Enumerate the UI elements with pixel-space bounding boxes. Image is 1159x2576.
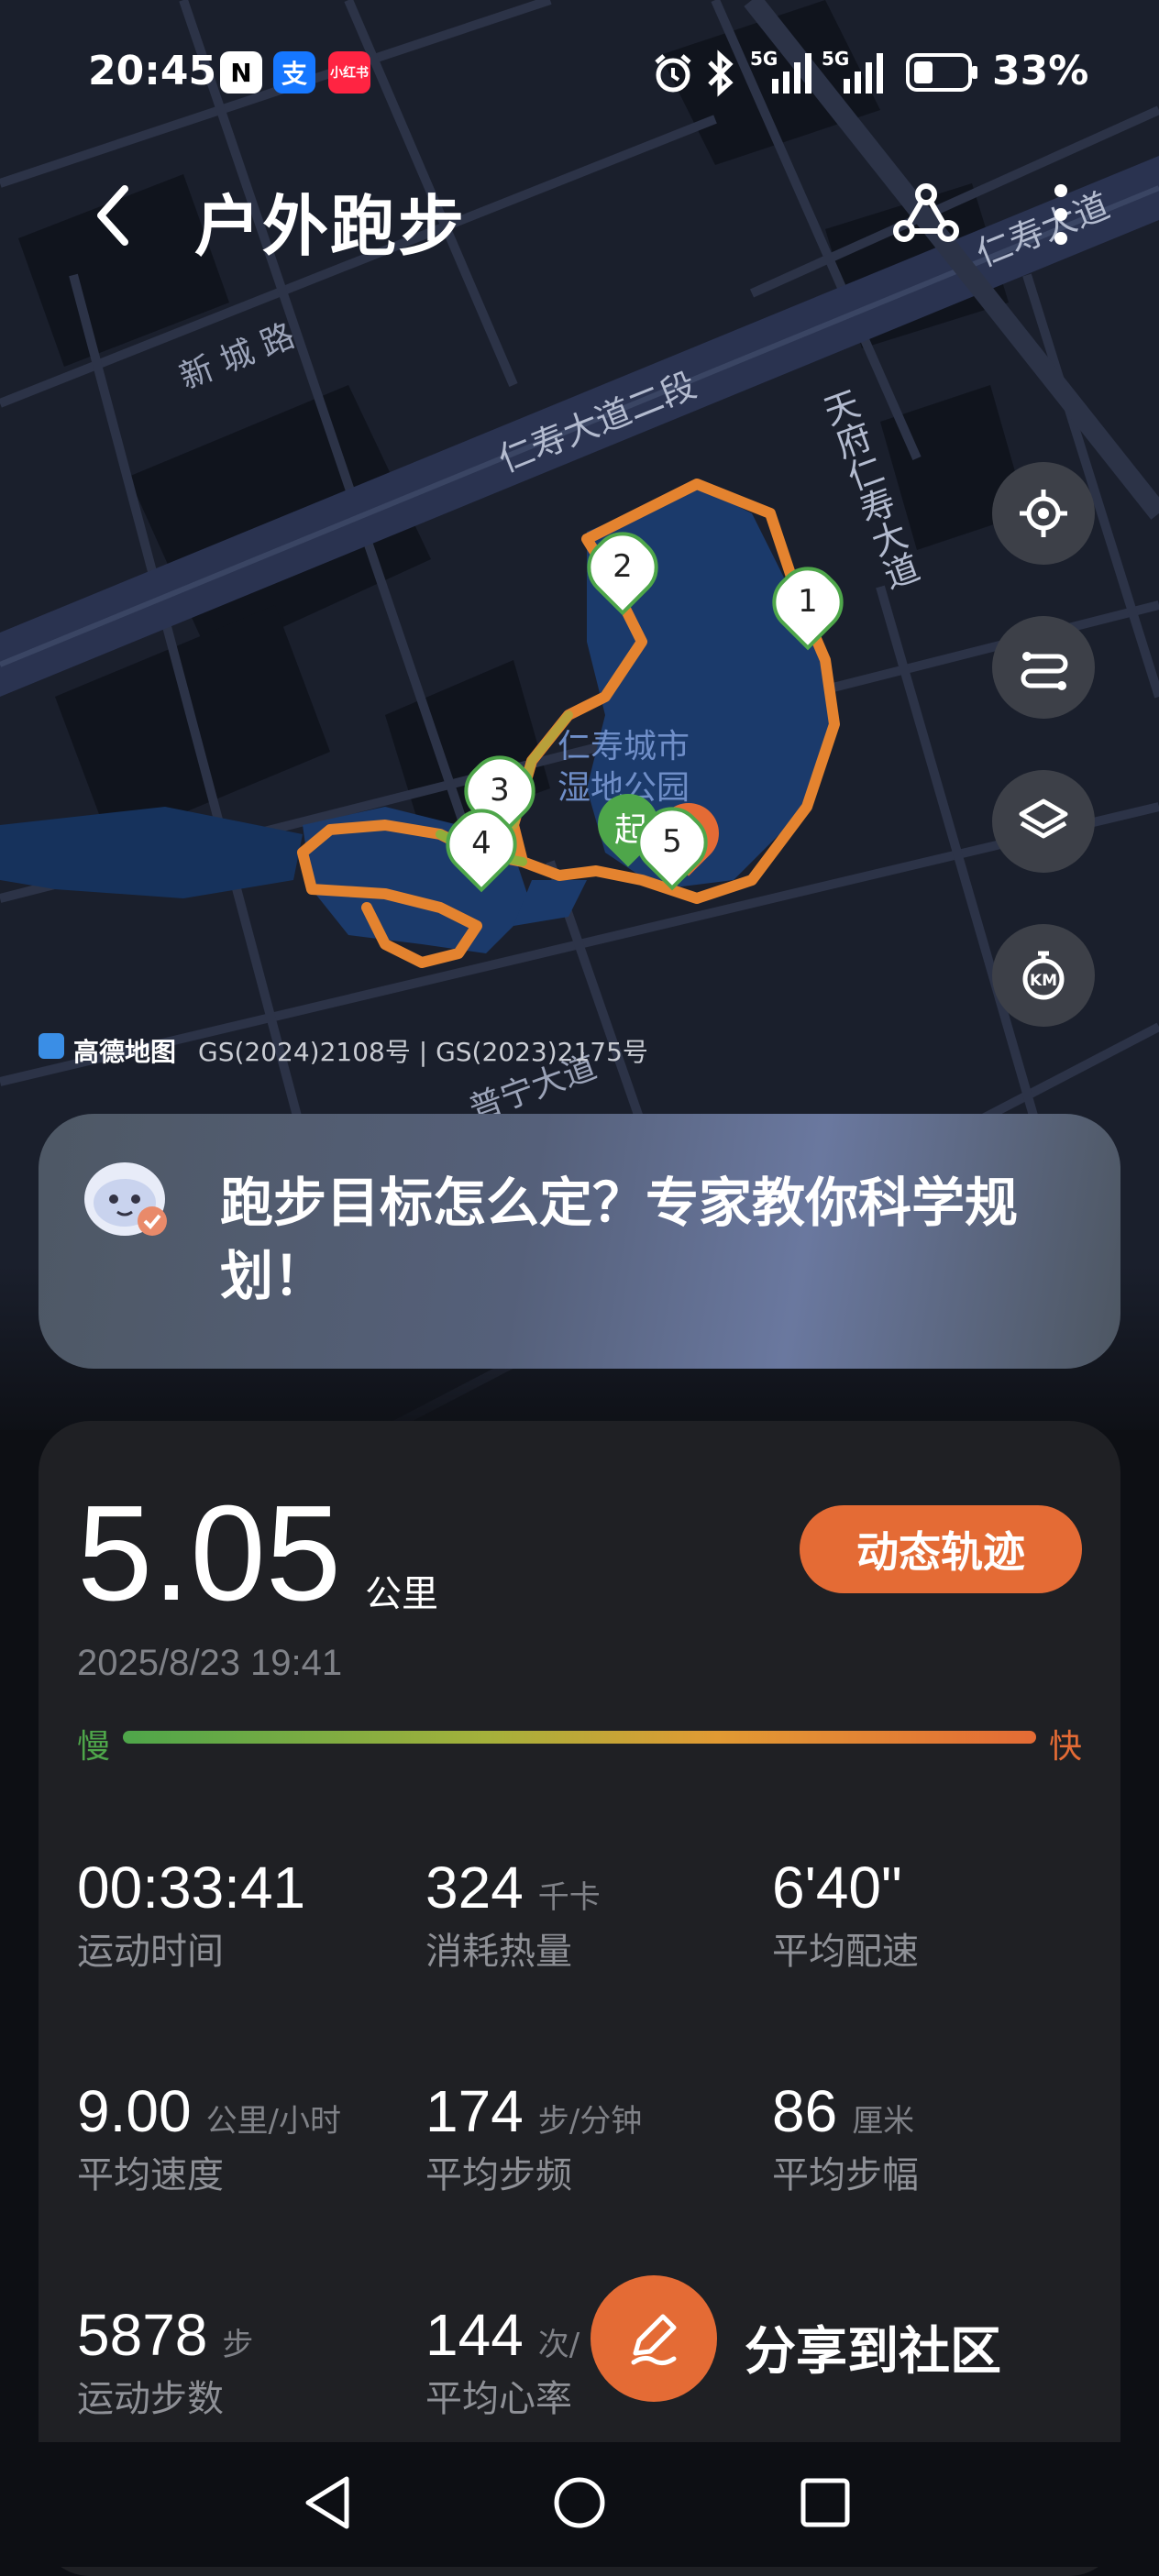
nav-home-icon[interactable] xyxy=(552,2475,607,2534)
marker-label: 1 xyxy=(798,583,818,620)
km-stopwatch-icon: KM xyxy=(1022,951,1065,1000)
stat-unit: 厘米 xyxy=(852,2103,915,2140)
signal-icon: 5G xyxy=(750,48,816,95)
stat-avg-pace: 6'40" 平均配速 xyxy=(772,1854,919,1975)
share-label: 分享到社区 xyxy=(745,2322,1001,2382)
stat-unit: 公里/小时 xyxy=(205,2103,342,2140)
stat-value: 86 xyxy=(772,2078,838,2144)
svg-text:KM: KM xyxy=(1030,972,1057,990)
route-share-icon[interactable] xyxy=(891,180,961,253)
layers-button[interactable] xyxy=(992,770,1095,873)
stat-calories: 324 千卡 消耗热量 xyxy=(425,1854,601,1975)
share-fab-circle[interactable] xyxy=(591,2275,717,2402)
battery-percent: 33% xyxy=(992,48,1089,94)
distance-value: 5.05 xyxy=(77,1478,342,1629)
stat-unit: 步 xyxy=(222,2327,254,2363)
locate-button[interactable] xyxy=(992,462,1095,565)
stat-value: 5878 xyxy=(77,2302,208,2368)
stat-avg-speed: 9.00 公里/小时 平均速度 xyxy=(77,2077,341,2198)
fast-label: 快 xyxy=(1049,1728,1083,1766)
stat-label: 平均配速 xyxy=(772,1931,919,1973)
stat-duration: 00:33:41 运动时间 xyxy=(77,1854,320,1975)
stat-label: 运动步数 xyxy=(77,2378,224,2420)
pen-icon xyxy=(631,2314,677,2366)
signal-icon: 5G xyxy=(822,48,888,95)
status-time: 20:45 xyxy=(88,48,217,94)
marker-label: 5 xyxy=(662,823,682,860)
stat-steps: 5878 步 运动步数 xyxy=(77,2301,253,2422)
stat-stride: 86 厘米 平均步幅 xyxy=(772,2077,919,2198)
nav-back-icon[interactable] xyxy=(301,2473,356,2536)
pace-gradient-bar xyxy=(123,1731,1036,1744)
distance-unit: 公里 xyxy=(365,1573,438,1615)
route-icon xyxy=(1021,652,1068,690)
attribution-brand: 高德地图 xyxy=(73,1037,177,1067)
alarm-icon xyxy=(651,51,695,99)
stat-value: 00:33:41 xyxy=(77,1855,306,1921)
marker-label: 2 xyxy=(613,548,633,585)
more-icon[interactable] xyxy=(1047,180,1075,253)
stat-cadence: 174 步/分钟 平均步频 xyxy=(425,2077,642,2198)
stat-value: 174 xyxy=(425,2078,524,2144)
nfc-icon: N xyxy=(220,51,262,94)
assistant-avatar-icon xyxy=(77,1153,178,1249)
stat-label: 平均速度 xyxy=(77,2154,224,2196)
amap-logo-icon xyxy=(39,1033,64,1059)
locate-icon xyxy=(1020,490,1067,537)
layers-icon xyxy=(1019,798,1068,839)
slow-label: 慢 xyxy=(77,1728,111,1766)
alipay-icon: 支 xyxy=(273,51,315,94)
stat-unit: 步/分钟 xyxy=(537,2103,643,2140)
stat-value: 6'40" xyxy=(772,1855,902,1921)
stat-unit: 千卡 xyxy=(537,1879,601,1916)
tip-text: 跑步目标怎么定？专家教你科学规划！ xyxy=(220,1172,1019,1307)
back-button[interactable] xyxy=(84,174,149,257)
stat-value: 324 xyxy=(425,1855,524,1921)
dynamic-track-button[interactable]: 动态轨迹 xyxy=(800,1505,1082,1593)
stat-label: 运动时间 xyxy=(77,1931,224,1973)
battery-icon xyxy=(906,53,979,95)
route-toggle-button[interactable] xyxy=(992,616,1095,719)
page-title: 户外跑步 xyxy=(194,188,467,265)
attribution-text: GS(2024)2108号 | GS(2023)2175号 xyxy=(198,1037,648,1067)
bluetooth-icon xyxy=(704,50,737,101)
xiaohongshu-icon: 小红书 xyxy=(328,51,370,94)
stat-label: 平均步频 xyxy=(425,2154,572,2196)
nav-recents-icon[interactable] xyxy=(798,2475,853,2534)
stat-heart-rate: 144 次/ 平均心率 xyxy=(425,2301,580,2422)
stat-label: 平均步幅 xyxy=(772,2154,919,2196)
km-markers-button[interactable]: KM xyxy=(992,924,1095,1027)
workout-date: 2025/8/23 19:41 xyxy=(77,1643,343,1683)
marker-label: 4 xyxy=(471,825,491,862)
marker-label: 3 xyxy=(490,772,510,809)
stat-value: 144 xyxy=(425,2302,524,2368)
stat-label: 平均心率 xyxy=(425,2378,572,2420)
stat-label: 消耗热量 xyxy=(425,1931,572,1973)
stat-value: 9.00 xyxy=(77,2078,192,2144)
stat-unit: 次/ xyxy=(537,2327,580,2363)
